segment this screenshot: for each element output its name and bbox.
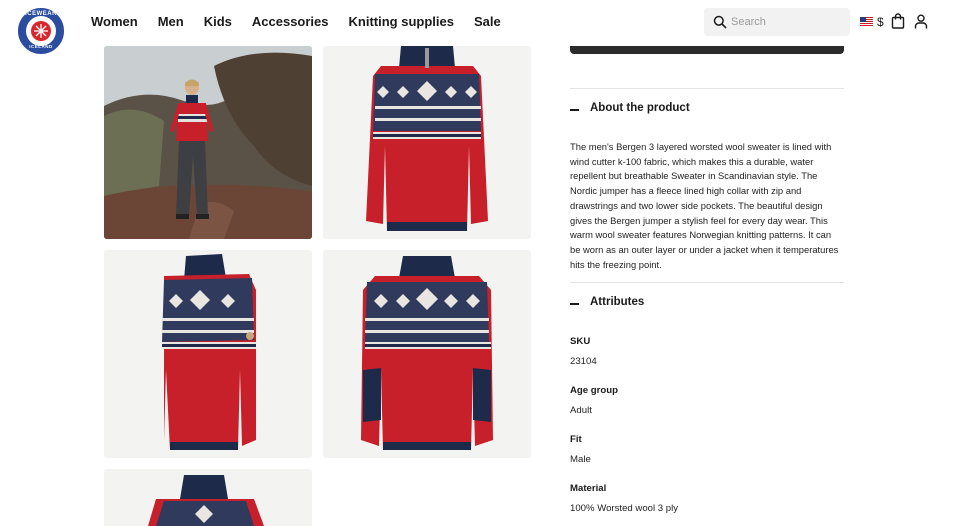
attributes-title: Attributes [590,296,645,308]
about-product-title: About the product [590,102,690,114]
sweater-front-photo[interactable] [323,46,531,239]
main-nav: Women Men Kids Accessories Knitting supp… [91,14,521,30]
nav-kids[interactable]: Kids [204,14,232,30]
attribute-value-sku: 23104 [570,356,597,367]
shopping-bag-icon[interactable] [891,13,905,29]
attribute-label-material: Material [570,483,607,494]
search-icon [713,15,727,29]
logo-text-bottom: ICELAND [29,44,53,49]
user-icon[interactable] [914,14,928,29]
product-description: The men's Bergen 3 layered worsted wool … [570,141,839,270]
attribute-label-fit: Fit [570,434,582,445]
sweater-side-photo[interactable] [104,250,312,458]
logo-star-icon [31,21,51,41]
sweater-back-photo[interactable] [323,250,531,458]
sweater-detail-photo[interactable] [104,469,312,526]
currency-selector[interactable]: $ [877,15,884,29]
nav-accessories[interactable]: Accessories [252,14,329,30]
brand-logo[interactable]: ICEWEAR ICELAND [18,8,64,54]
collapse-minus-icon [570,109,579,111]
search-box[interactable] [704,8,850,36]
nav-men[interactable]: Men [158,14,184,30]
collapse-minus-icon [570,303,579,305]
attribute-value-fit: Male [570,454,591,465]
attribute-label-sku: SKU [570,336,591,347]
site-header: ICEWEAR ICELAND Women Men Kids Accessori… [0,0,960,54]
model-outdoors-photo[interactable] [104,46,312,239]
attributes-toggle[interactable]: Attributes [570,295,844,313]
attribute-label-age-group: Age group [570,385,618,396]
divider [570,282,844,283]
nav-sale[interactable]: Sale [474,14,501,30]
search-input[interactable] [731,14,843,30]
attribute-value-material: 100% Worsted wool 3 ply [570,503,679,514]
attribute-value-age-group: Adult [570,405,592,416]
us-flag-icon[interactable] [860,17,873,26]
about-product-toggle[interactable]: About the product [570,101,844,119]
nav-knitting-supplies[interactable]: Knitting supplies [349,14,454,30]
nav-women[interactable]: Women [91,14,138,30]
divider [570,88,844,89]
